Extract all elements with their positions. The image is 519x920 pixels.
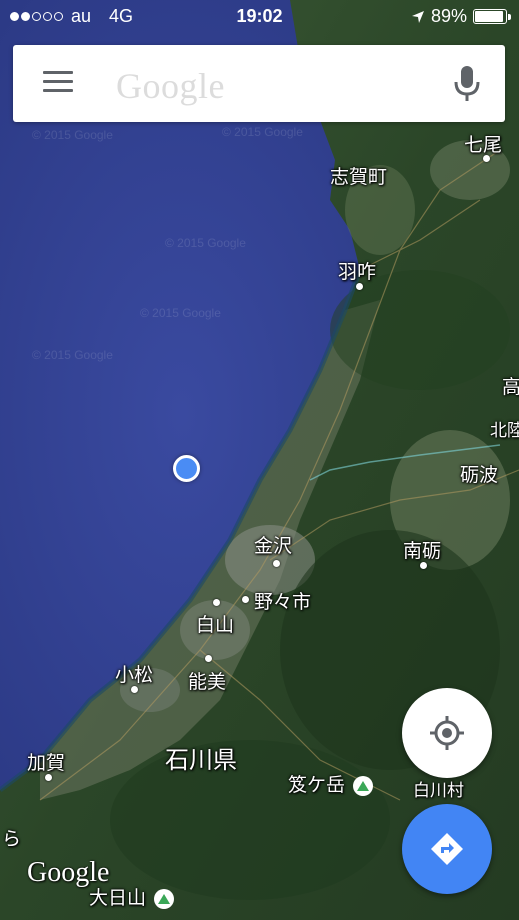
place-label[interactable]: 七尾 — [464, 130, 502, 157]
crosshair-icon — [430, 716, 464, 750]
place-dot — [420, 562, 427, 569]
my-location-button[interactable] — [402, 688, 492, 778]
place-label[interactable]: ら — [2, 824, 21, 851]
google-logo: Google — [27, 857, 110, 888]
place-dot — [356, 283, 363, 290]
battery-icon — [473, 9, 511, 24]
place-label[interactable]: 小松 — [115, 660, 153, 687]
place-label[interactable]: 志賀町 — [330, 162, 387, 189]
map-watermark: © 2015 Google — [32, 128, 113, 142]
directions-button[interactable] — [402, 804, 492, 894]
place-dot — [273, 560, 280, 567]
search-bar[interactable]: Google — [13, 45, 505, 122]
mountain-label[interactable]: 笈ケ岳 — [288, 770, 374, 797]
place-dot — [483, 155, 490, 162]
place-dot — [205, 655, 212, 662]
mountain-icon — [353, 775, 374, 796]
place-dot — [131, 686, 138, 693]
place-label[interactable]: 羽咋 — [338, 257, 376, 284]
place-label[interactable]: 砺波 — [460, 460, 498, 487]
status-right: 89% — [411, 6, 511, 27]
search-input[interactable]: Google — [116, 65, 225, 107]
place-label[interactable]: 高 — [502, 372, 519, 399]
place-dot — [45, 774, 52, 781]
microphone-icon[interactable] — [453, 65, 481, 103]
map-watermark: © 2015 Google — [222, 125, 303, 139]
place-label[interactable]: 白川村 — [413, 776, 464, 801]
place-label[interactable]: 金沢 — [254, 531, 292, 558]
prefecture-label[interactable]: 石川県 — [165, 740, 237, 775]
status-bar: au 4G 19:02 89% — [0, 0, 519, 34]
place-dot — [213, 599, 220, 606]
my-location-dot — [173, 455, 200, 482]
place-label[interactable]: 北陸 — [490, 416, 519, 441]
battery-percent: 89% — [430, 6, 467, 26]
map-watermark: © 2015 Google — [32, 348, 113, 362]
mountain-icon — [154, 888, 175, 909]
place-label[interactable]: 野々市 — [254, 587, 311, 614]
location-arrow-icon — [411, 10, 424, 23]
map-watermark: © 2015 Google — [165, 236, 246, 250]
place-label[interactable]: 白山 — [196, 610, 234, 637]
directions-arrow-icon — [431, 833, 463, 865]
place-label[interactable]: 加賀 — [27, 748, 65, 775]
mountain-label-text: 笈ケ岳 — [288, 774, 346, 796]
place-label[interactable]: 南砺 — [403, 536, 441, 563]
map-watermark: © 2015 Google — [140, 306, 221, 320]
mountain-label-text: 大日山 — [89, 887, 147, 909]
place-label[interactable]: 能美 — [188, 667, 226, 694]
hamburger-menu-icon[interactable] — [43, 71, 73, 93]
place-dot — [242, 596, 249, 603]
